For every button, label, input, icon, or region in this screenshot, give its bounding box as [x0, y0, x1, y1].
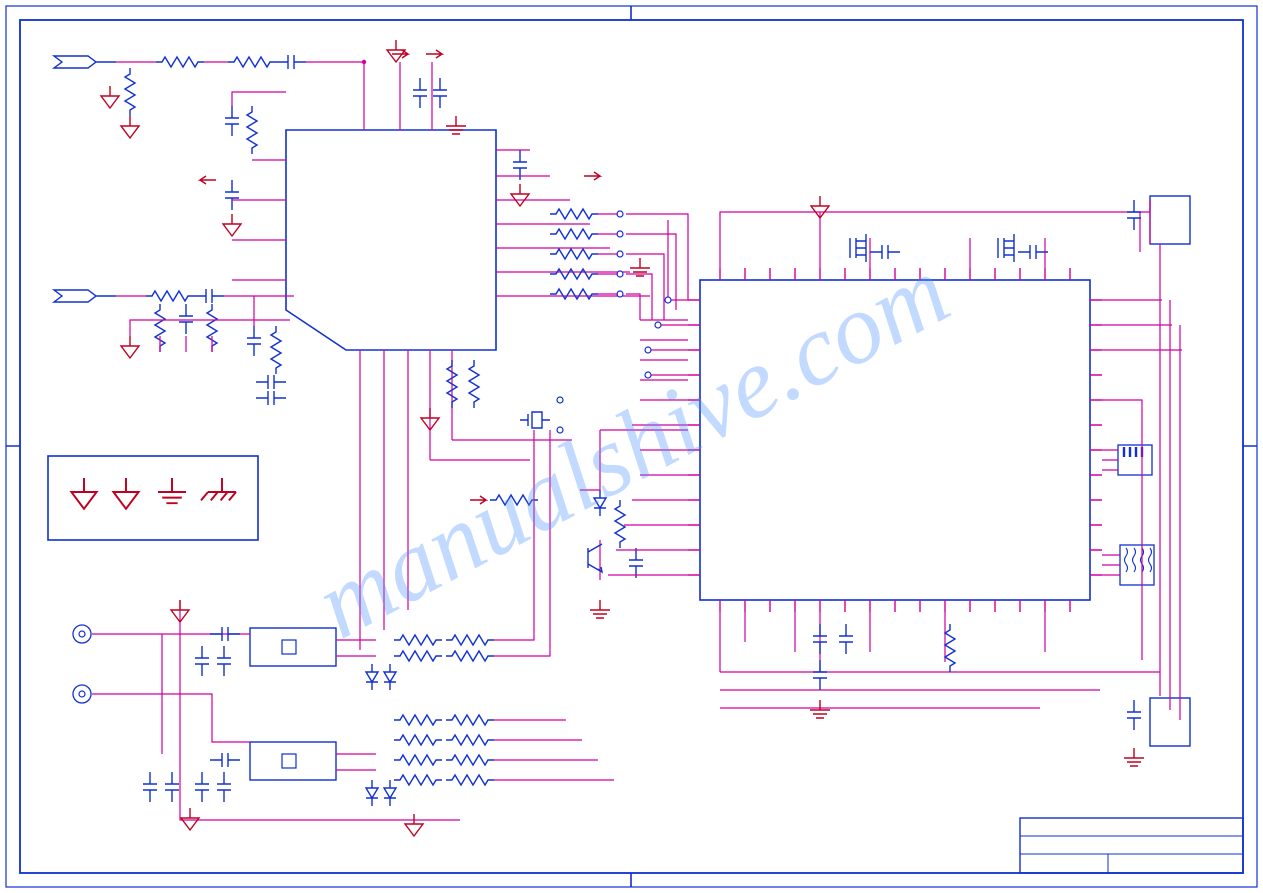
ground-legend: [48, 456, 258, 540]
resistor: [156, 57, 204, 67]
ic-left: [286, 130, 496, 350]
resistor: [228, 57, 276, 67]
mid-bus: [360, 350, 572, 650]
resistor: [490, 495, 538, 505]
dip-switch: [1118, 445, 1152, 475]
net: [306, 62, 364, 130]
resistor-network: [1120, 545, 1154, 585]
audio-input-stage: [73, 430, 614, 836]
frame-ticks: [6, 6, 1257, 887]
resistor: [469, 360, 479, 408]
ic-right-right: [1102, 200, 1182, 720]
title-block: [1020, 818, 1243, 873]
frame-inner: [20, 20, 1243, 873]
mute-driver: [520, 397, 688, 618]
ic-right: [688, 268, 1102, 612]
ic-left-passives: [200, 92, 286, 280]
connector-pad-top-right: [1150, 196, 1190, 244]
ground-icon: [101, 86, 119, 108]
net: [224, 296, 294, 326]
input-connector-1: [54, 56, 116, 68]
ic-right-bottom: [720, 612, 1160, 766]
net-port: [470, 496, 486, 504]
schematic-canvas: [0, 0, 1263, 893]
frame-outer: [6, 6, 1257, 887]
input-connector-2: [54, 290, 116, 302]
supply-top: [387, 40, 466, 134]
capacitor: [256, 391, 286, 405]
capacitor: [276, 55, 306, 69]
capacitor: [256, 375, 286, 389]
resistor: [125, 68, 135, 116]
ground-icon: [121, 116, 139, 138]
ic-right-top: [720, 196, 1150, 268]
ic-left-right-bus: [496, 150, 688, 380]
